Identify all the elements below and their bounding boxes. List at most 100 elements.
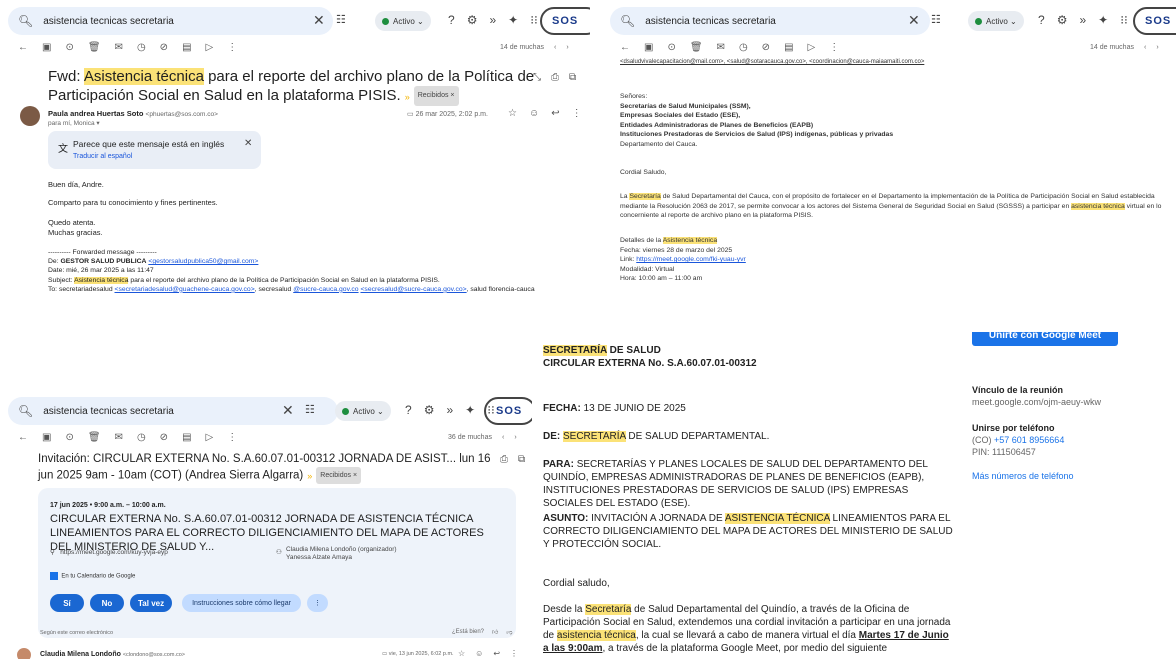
next-icon[interactable]: › [566, 44, 568, 51]
emoji-icon[interactable]: ☺ [529, 108, 539, 119]
status-chip[interactable]: Activo ⌄ [335, 401, 391, 421]
phone-number[interactable]: +57 601 8956664 [994, 435, 1064, 445]
back-icon[interactable]: ← [18, 432, 28, 443]
move-icon[interactable]: ▤ [182, 42, 191, 53]
print-icon[interactable]: ⎙ [551, 72, 559, 83]
search-icon[interactable]: 🔍︎ [18, 404, 33, 418]
directions-button[interactable]: Instrucciones sobre cómo llegar [182, 594, 301, 612]
extensions-icon[interactable]: » [1079, 13, 1086, 27]
meet-link-row[interactable]: ⚲ https://meet.google.com/kuy-yvja-eyp [50, 548, 168, 556]
settings-icon[interactable]: ⚙ [467, 13, 478, 27]
meeting-link[interactable]: meet.google.com/ojm-aeuy-wkw [972, 396, 1101, 408]
status-chip[interactable]: Activo ⌄ [375, 11, 431, 31]
archive-icon[interactable]: ▣ [42, 42, 51, 53]
expand-icon[interactable]: ⤡ [533, 72, 541, 83]
add-task-icon[interactable]: ⊘ [160, 42, 168, 53]
thumbs-down-icon[interactable]: 👎︎ [506, 628, 512, 636]
more-icon[interactable]: ⋮ [572, 108, 582, 119]
more-numbers-link[interactable]: Más números de teléfono [972, 470, 1101, 482]
delete-icon[interactable]: 🗑︎ [88, 42, 101, 53]
add-task-icon[interactable]: ⊘ [160, 432, 168, 443]
inbox-label[interactable]: Recibidos × [413, 86, 459, 106]
calendar-row[interactable]: En tu Calendario de Google [50, 572, 135, 580]
report-icon[interactable]: ⊙ [65, 432, 73, 443]
thumbs-up-icon[interactable]: 👍︎ [492, 628, 498, 636]
apps-icon[interactable]: ⁝⁝ [1120, 13, 1128, 27]
move-icon[interactable]: ▤ [784, 42, 793, 53]
clear-search-icon[interactable]: ✕ [313, 12, 325, 29]
more-icon[interactable]: ⋮ [829, 42, 839, 53]
settings-icon[interactable]: ⚙ [1057, 13, 1068, 27]
archive-icon[interactable]: ▣ [42, 432, 51, 443]
clear-search-icon[interactable]: ✕ [908, 12, 920, 29]
search-options-icon[interactable]: ☷ [336, 13, 346, 26]
mark-unread-icon[interactable]: ✉ [717, 42, 725, 53]
back-icon[interactable]: ← [18, 42, 28, 53]
archive-icon[interactable]: ▣ [644, 42, 653, 53]
label-icon[interactable]: ▷ [808, 42, 816, 53]
back-icon[interactable]: ← [620, 42, 630, 53]
meet-link[interactable]: https://meet.google.com/fki-yuau-yvr [636, 256, 746, 263]
help-icon[interactable]: ? [448, 13, 455, 27]
gemini-icon[interactable]: ✦ [1098, 13, 1108, 27]
help-icon[interactable]: ? [405, 403, 412, 417]
rsvp-yes-button[interactable]: Sí [50, 594, 84, 612]
more-icon[interactable]: ⋮ [510, 649, 518, 658]
report-icon[interactable]: ⊙ [65, 42, 73, 53]
apps-icon[interactable]: ⁝⁝ [530, 13, 538, 27]
extensions-icon[interactable]: » [446, 403, 453, 417]
clear-search-icon[interactable]: ✕ [282, 402, 294, 419]
avatar[interactable] [20, 106, 40, 126]
avatar[interactable] [17, 648, 31, 659]
label-icon[interactable]: ▷ [206, 42, 214, 53]
snooze-icon[interactable]: ◷ [137, 432, 146, 443]
open-window-icon[interactable]: ⧉ [569, 72, 576, 83]
move-icon[interactable]: ▤ [182, 432, 191, 443]
delete-icon[interactable]: 🗑︎ [88, 432, 101, 443]
print-icon[interactable]: ⎙ [500, 454, 508, 465]
inbox-label[interactable]: Recibidos × [316, 467, 362, 484]
search-options-icon[interactable]: ☷ [305, 403, 315, 416]
prev-icon[interactable]: ‹ [502, 434, 504, 441]
star-icon[interactable]: ☆ [458, 649, 465, 658]
prev-icon[interactable]: ‹ [554, 44, 556, 51]
join-meet-button[interactable]: Unirte con Google Meet [972, 332, 1118, 346]
status-chip[interactable]: Activo ⌄ [968, 11, 1024, 31]
open-window-icon[interactable]: ⧉ [518, 454, 525, 465]
mark-unread-icon[interactable]: ✉ [115, 42, 123, 53]
translate-link[interactable]: Traducir al español [73, 153, 132, 160]
reply-icon[interactable]: ↩ [493, 649, 500, 658]
important-icon[interactable]: » [405, 92, 410, 102]
reply-icon[interactable]: ↩ [551, 108, 559, 119]
mark-unread-icon[interactable]: ✉ [115, 432, 123, 443]
report-icon[interactable]: ⊙ [667, 42, 675, 53]
gemini-icon[interactable]: ✦ [465, 403, 475, 417]
close-icon[interactable]: ✕ [244, 138, 252, 149]
prev-icon[interactable]: ‹ [1144, 44, 1146, 51]
next-icon[interactable]: › [514, 434, 516, 441]
search-input[interactable]: 🔍︎ asistencia tecnicas secretaria [610, 7, 930, 35]
search-input[interactable]: 🔍︎ asistencia tecnicas secretaria [8, 7, 333, 35]
important-icon[interactable]: » [307, 471, 312, 481]
next-icon[interactable]: › [1156, 44, 1158, 51]
more-icon[interactable]: ⋮ [227, 432, 237, 443]
more-icon[interactable]: ⋮ [227, 42, 237, 53]
snooze-icon[interactable]: ◷ [137, 42, 146, 53]
rsvp-maybe-button[interactable]: Tal vez [130, 594, 173, 612]
label-icon[interactable]: ▷ [206, 432, 214, 443]
more-options-button[interactable]: ⋮ [306, 594, 328, 612]
help-icon[interactable]: ? [1038, 13, 1045, 27]
search-options-icon[interactable]: ☷ [931, 13, 941, 26]
gemini-icon[interactable]: ✦ [508, 13, 518, 27]
delete-icon[interactable]: 🗑︎ [690, 42, 703, 53]
settings-icon[interactable]: ⚙ [424, 403, 435, 417]
add-task-icon[interactable]: ⊘ [762, 42, 770, 53]
recipients-line[interactable]: <dsaludvivalecapacitacion@mail.com>, <sa… [620, 58, 924, 68]
extensions-icon[interactable]: » [489, 13, 496, 27]
star-icon[interactable]: ☆ [508, 108, 517, 119]
search-icon[interactable]: 🔍︎ [620, 14, 635, 28]
snooze-icon[interactable]: ◷ [739, 42, 748, 53]
rsvp-no-button[interactable]: No [90, 594, 124, 612]
search-icon[interactable]: 🔍︎ [18, 14, 33, 28]
emoji-icon[interactable]: ☺ [475, 649, 483, 658]
